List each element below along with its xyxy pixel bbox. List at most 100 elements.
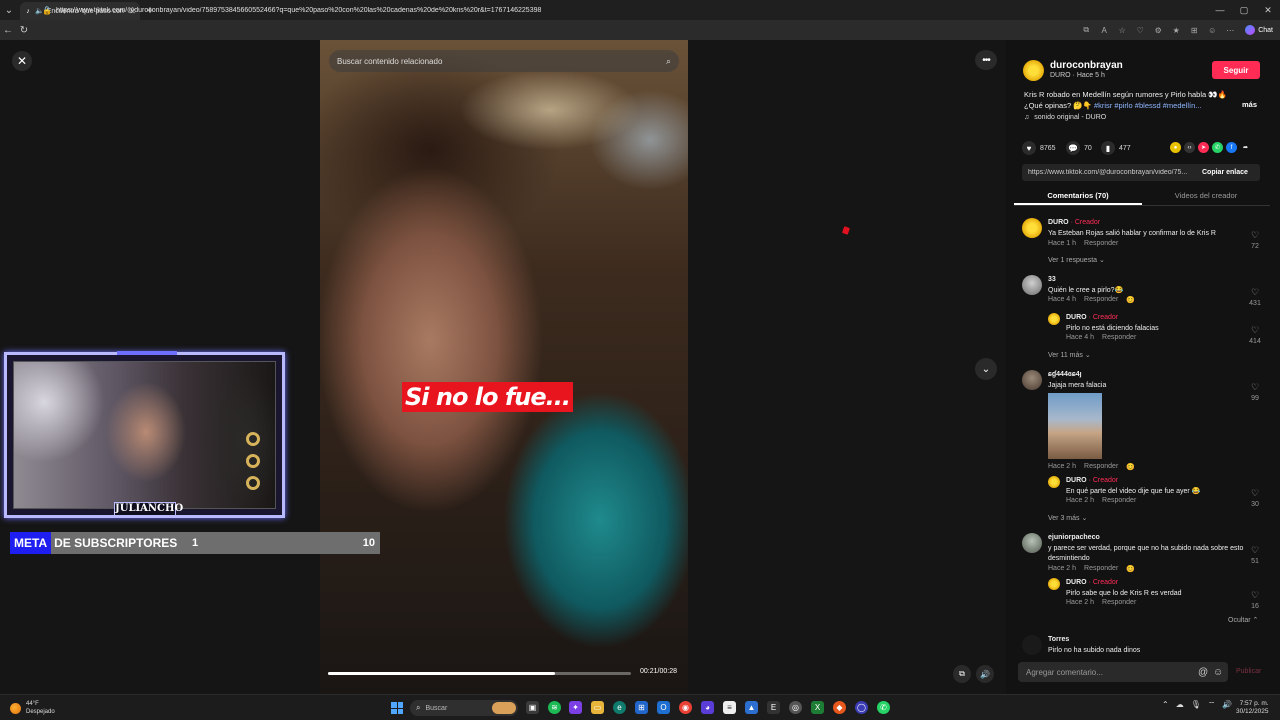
reply-button[interactable]: Responder	[1084, 296, 1118, 304]
reply-avatar[interactable]	[1048, 578, 1060, 590]
collections-icon[interactable]: ⊞	[1188, 24, 1200, 36]
excel-icon[interactable]: X	[811, 701, 824, 714]
address-bar[interactable]: 🔒 https://www.tiktok.com/@duroconbrayan/…	[42, 3, 1102, 17]
open-in-app-icon[interactable]: ⧉	[1080, 24, 1092, 36]
minimize-icon[interactable]: —	[1208, 0, 1232, 20]
favorite-star-icon[interactable]: ☆	[1116, 24, 1128, 36]
tab-comments[interactable]: Comentarios (70)	[1014, 188, 1142, 205]
reply-button[interactable]: Responder	[1102, 497, 1136, 504]
more-link[interactable]: más	[1242, 100, 1257, 109]
brave-icon[interactable]: ◆	[833, 701, 846, 714]
video-progress-bar[interactable]	[328, 672, 631, 675]
comment-like-button[interactable]: ♡ 99	[1248, 382, 1262, 404]
extensions-icon[interactable]: ⚙	[1152, 24, 1164, 36]
reply-author[interactable]: DURO · Creador	[1066, 579, 1118, 586]
comment-avatar[interactable]	[1022, 370, 1042, 390]
send-to-friends-icon[interactable]: ➤	[1198, 142, 1209, 153]
reply-author[interactable]: DURO · Creador	[1066, 314, 1118, 321]
comment-author[interactable]: ɕɠ444ɞɕ4ȷ	[1048, 371, 1082, 378]
comment-button[interactable]: 💬 70	[1066, 141, 1092, 155]
profile-icon[interactable]: ☺	[1206, 24, 1218, 36]
more-options-button[interactable]: •••	[975, 50, 997, 70]
back-icon[interactable]: ←	[0, 20, 16, 40]
author-name[interactable]: duroconbrayan	[1050, 60, 1123, 71]
related-search-input[interactable]: Buscar contenido relacionado ⌕	[329, 50, 679, 72]
edge-icon[interactable]: e	[613, 701, 626, 714]
menu-icon[interactable]: ⋯	[1224, 24, 1236, 36]
comment-avatar[interactable]	[1022, 275, 1042, 295]
sound-link[interactable]: ♫ sonido original - DURO	[1024, 114, 1106, 121]
emoji-icon[interactable]: ☺	[1213, 667, 1223, 678]
tab-list-icon[interactable]: ⌄	[0, 0, 18, 20]
hide-replies-link[interactable]: Ocultar ⌃	[1228, 616, 1258, 624]
follow-button[interactable]: Seguir	[1212, 61, 1260, 79]
mention-icon[interactable]: @	[1198, 667, 1208, 678]
comment-author[interactable]: ejuniorpacheco	[1048, 534, 1100, 541]
video-player[interactable]	[320, 40, 688, 694]
close-viewer-button[interactable]: ✕	[12, 51, 32, 71]
comment-like-button[interactable]: ♡ 51	[1248, 545, 1262, 567]
tray-overflow-icon[interactable]: ⌃	[1162, 700, 1169, 710]
spotify-icon[interactable]: ≋	[548, 701, 561, 714]
reply-button[interactable]: Responder	[1084, 240, 1118, 247]
task-view-icon[interactable]: ▣	[526, 701, 539, 714]
whatsapp-app-icon[interactable]: ✆	[877, 701, 890, 714]
comment-author[interactable]: 33	[1048, 276, 1056, 283]
tab-creator-videos[interactable]: Videos del creador	[1142, 188, 1270, 205]
read-aloud-icon[interactable]: A	[1098, 24, 1110, 36]
copilot-chat-button[interactable]: Chat	[1242, 25, 1276, 35]
reply-avatar[interactable]	[1048, 313, 1060, 325]
reply-button[interactable]: Responder	[1084, 463, 1118, 471]
reply-author[interactable]: DURO · Creador	[1066, 477, 1118, 484]
obs-icon[interactable]: ◎	[789, 701, 802, 714]
browser-essentials-icon[interactable]: ♡	[1134, 24, 1146, 36]
comment-image[interactable]	[1048, 393, 1102, 459]
comment-like-button[interactable]: ♡ 72	[1248, 230, 1262, 252]
view-more-link[interactable]: Ver 3 más ⌄	[1048, 514, 1087, 522]
embed-icon[interactable]: ‹›	[1184, 142, 1195, 153]
close-window-icon[interactable]: ✕	[1256, 0, 1280, 20]
store-icon[interactable]: ⊞	[635, 701, 648, 714]
reply-button[interactable]: Responder	[1084, 565, 1118, 573]
comment-like-button[interactable]: ♡ 431	[1248, 287, 1262, 309]
taskbar-search[interactable]: ⌕ Buscar	[410, 700, 518, 716]
post-link[interactable]: https://www.tiktok.com/@duroconbrayan/vi…	[1022, 169, 1194, 176]
comment-author[interactable]: Torres	[1048, 636, 1069, 643]
search-icon[interactable]: ⌕	[666, 56, 671, 67]
photos-icon[interactable]: ▲	[745, 701, 758, 714]
repost-icon[interactable]: ●	[1170, 142, 1181, 153]
favorites-icon[interactable]: ★	[1170, 24, 1182, 36]
copilot-app-icon[interactable]: ✦	[569, 701, 582, 714]
volume-icon[interactable]: 🔊	[976, 665, 994, 683]
comment-like-button[interactable]: ♡ 30	[1248, 488, 1262, 510]
comment-like-button[interactable]: ♡ 414	[1248, 325, 1262, 347]
epic-games-icon[interactable]: E	[767, 701, 780, 714]
comment-avatar[interactable]	[1022, 635, 1042, 655]
url-text[interactable]: https://www.tiktok.com/@duroconbrayan/vi…	[56, 7, 541, 14]
weather-widget[interactable]: 44°F Despejado	[10, 700, 55, 716]
refresh-icon[interactable]: ↻	[16, 20, 32, 40]
maximize-icon[interactable]: ▢	[1232, 0, 1256, 20]
reply-button[interactable]: Responder	[1102, 334, 1136, 341]
copy-link-button[interactable]: Copiar enlace	[1194, 169, 1248, 176]
speaker-tray-icon[interactable]: 🔊	[1222, 700, 1232, 710]
comment-author[interactable]: DURO · Creador	[1048, 219, 1100, 226]
chrome-icon[interactable]: ◉	[679, 701, 692, 714]
add-comment-input[interactable]: Agregar comentario...	[1018, 662, 1228, 682]
lock-icon[interactable]: 🔒	[42, 6, 52, 15]
comment-like-button[interactable]: ♡ 16	[1248, 590, 1262, 612]
reply-button[interactable]: Responder	[1102, 599, 1136, 606]
view-replies-link[interactable]: Ver 1 respuesta ⌄	[1048, 256, 1105, 264]
clock[interactable]: 7:57 p. m. 30/12/2025	[1236, 700, 1269, 716]
notepad-icon[interactable]: ≡	[723, 701, 736, 714]
comment-avatar[interactable]	[1022, 218, 1042, 238]
microphone-icon[interactable]: 🎙	[1191, 700, 1201, 710]
share-arrow-icon[interactable]: ➦	[1240, 142, 1251, 153]
next-video-button[interactable]: ⌄	[975, 358, 997, 380]
picture-in-picture-icon[interactable]: ⧉	[953, 665, 971, 683]
like-button[interactable]: ♥ 8765	[1022, 141, 1056, 155]
file-explorer-icon[interactable]: ▭	[591, 701, 604, 714]
outlook-icon[interactable]: O	[657, 701, 670, 714]
publish-button[interactable]: Publicar	[1236, 668, 1261, 675]
view-more-link[interactable]: Ver 11 más ⌄	[1048, 351, 1091, 359]
